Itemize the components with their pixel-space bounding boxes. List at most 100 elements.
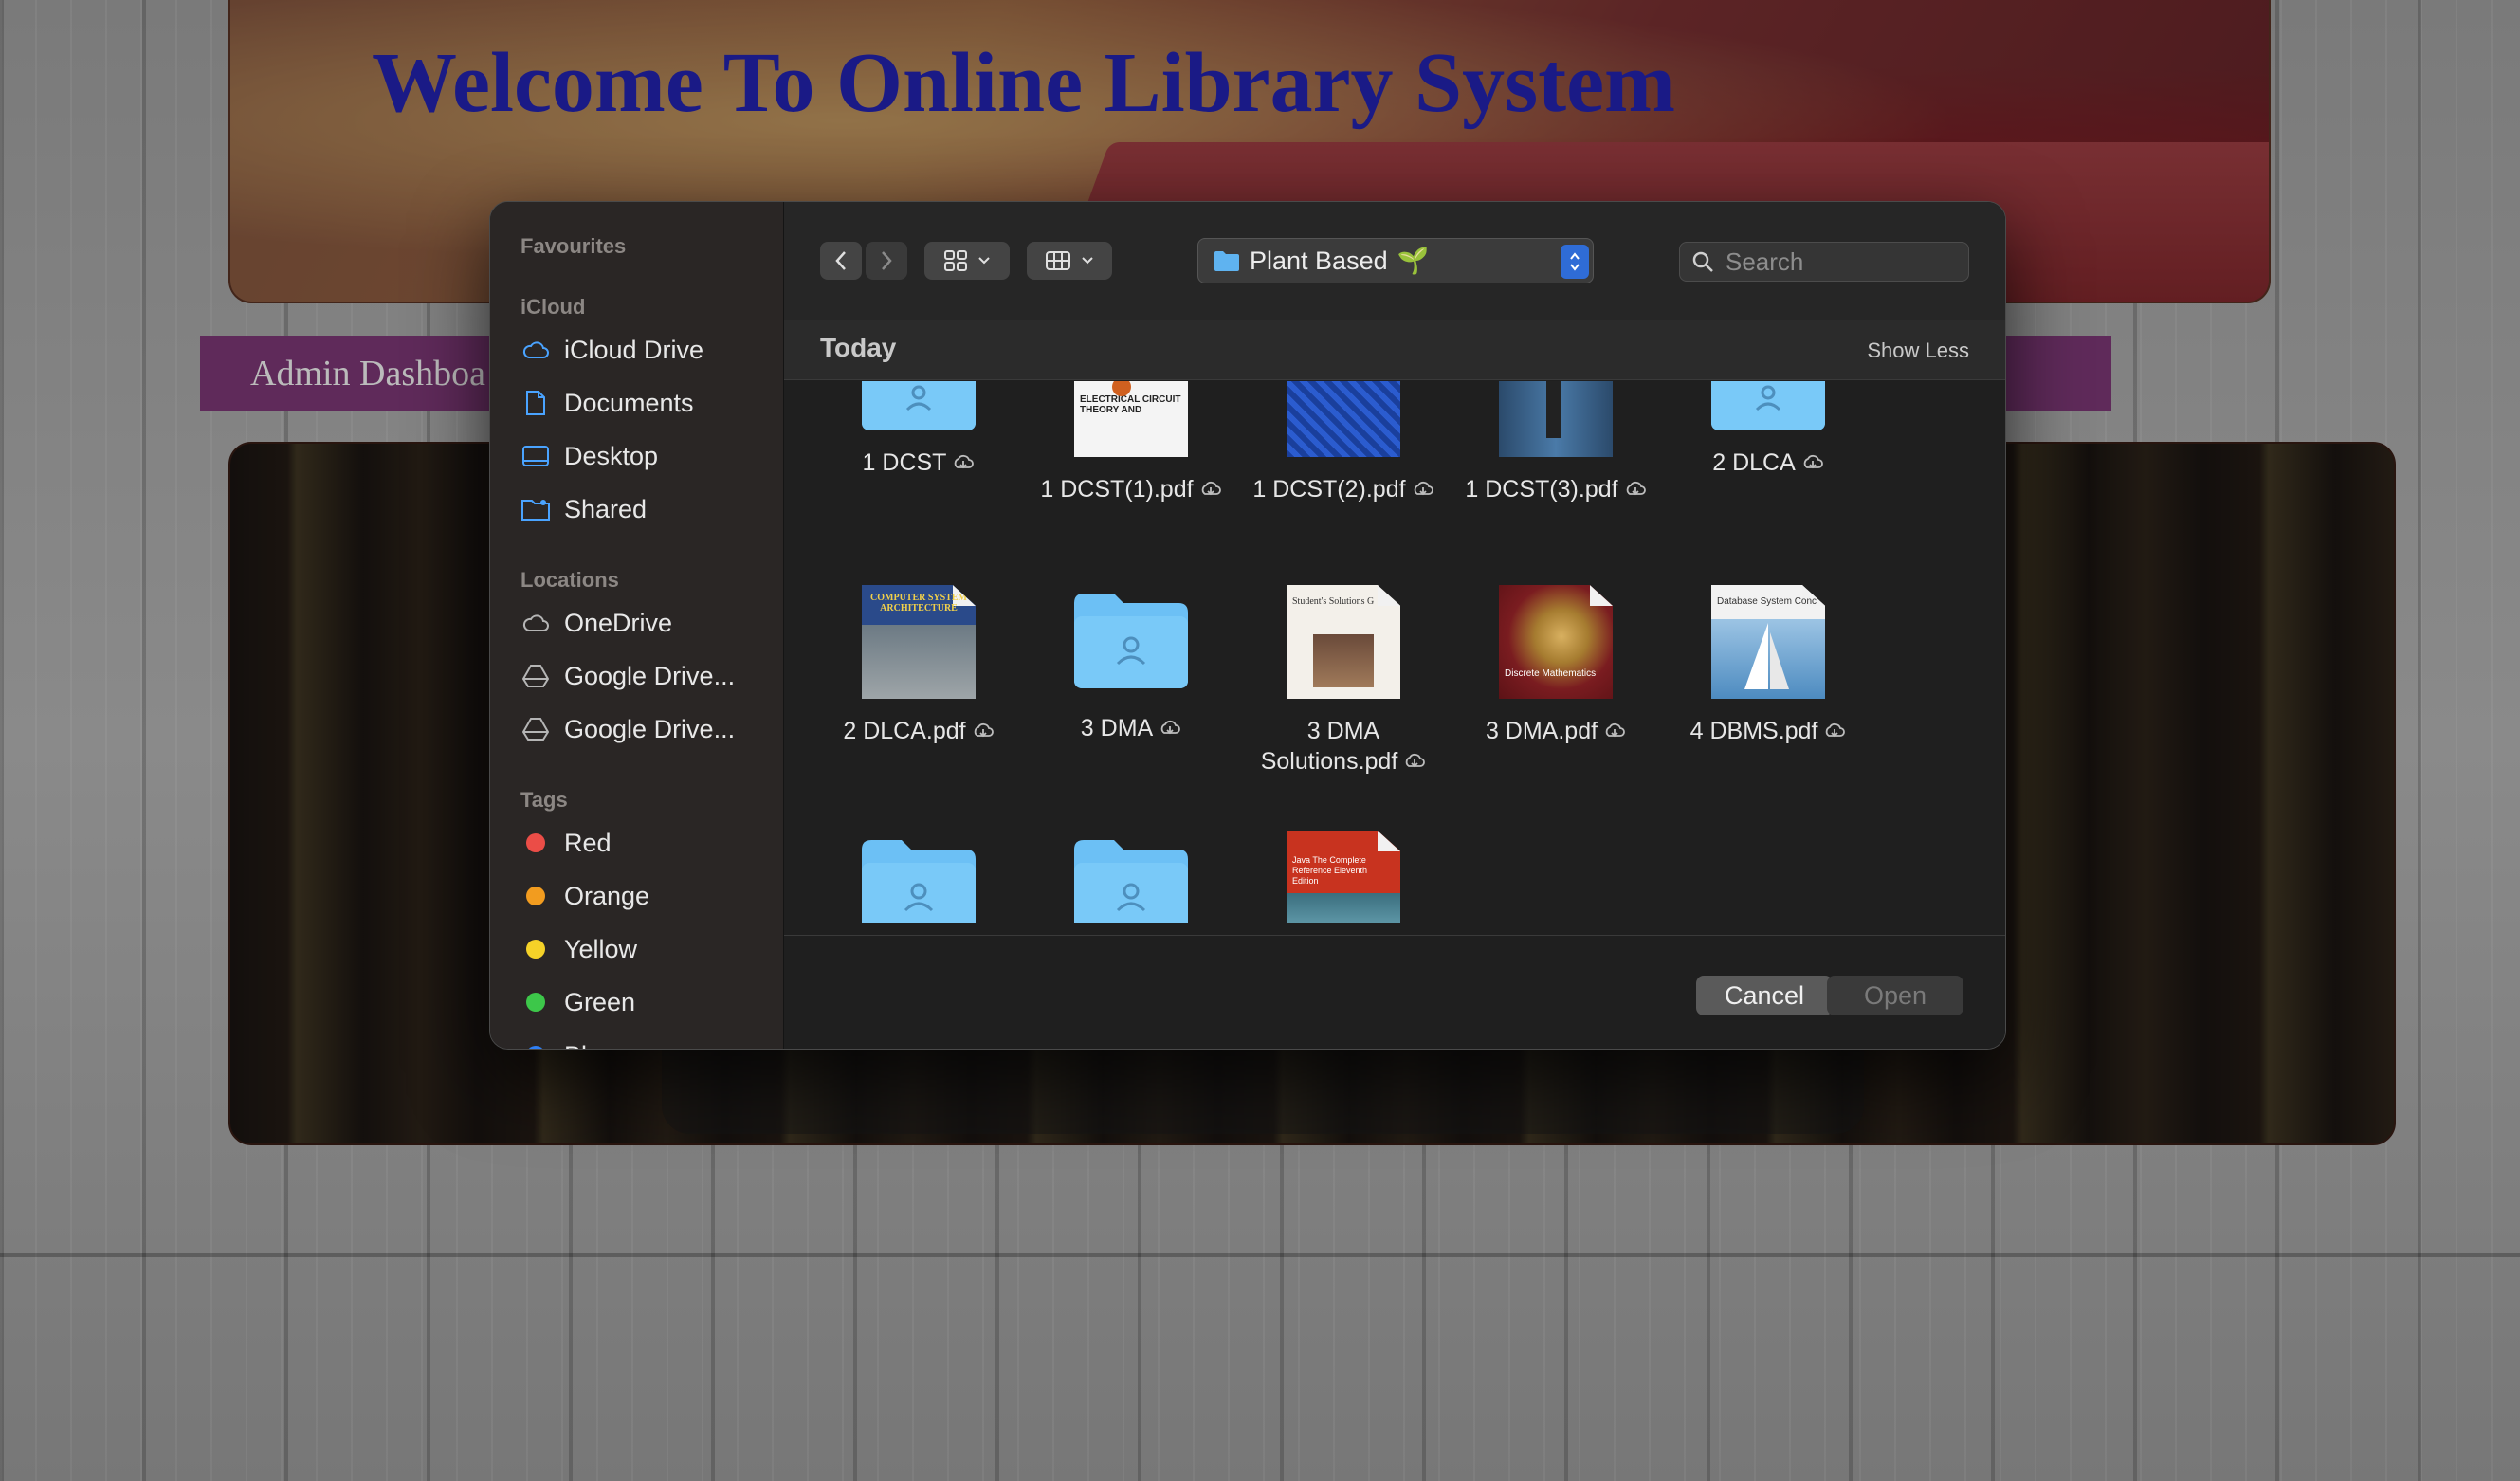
pdf-thumbnail: Database System Conc	[1711, 585, 1825, 699]
cover-title: Student's Solutions G	[1292, 596, 1375, 607]
tag-dot-icon	[526, 887, 545, 905]
pdf-thumbnail	[1499, 381, 1613, 457]
chevron-left-icon	[835, 251, 846, 270]
pdf-thumbnail: Discrete Mathematics	[1499, 585, 1613, 699]
cloud-download-icon	[1603, 717, 1626, 747]
document-icon	[520, 388, 551, 418]
tag-yellow[interactable]: Yellow	[520, 928, 637, 970]
chevron-right-icon	[882, 251, 892, 270]
file-name: 2 DLCA.pdf	[824, 716, 1013, 747]
dialog-sidebar: Favourites iCloud iCloud Drive Documents…	[490, 202, 784, 1049]
file-item[interactable]: ELECTRICAL CIRCUIT THEORY AND 1 DCST(1).…	[1036, 381, 1226, 505]
file-name: 3 DMA	[1036, 713, 1226, 744]
sidebar-item-label: Google Drive...	[564, 661, 736, 690]
shared-folder-icon	[1711, 381, 1825, 430]
search-icon	[1692, 251, 1713, 272]
cloud-icon	[520, 335, 551, 365]
file-item[interactable]: 1 DCST(3).pdf	[1461, 381, 1651, 505]
pdf-thumbnail: Java The Complete Reference Eleventh Edi…	[1287, 831, 1400, 923]
back-button[interactable]	[820, 242, 862, 280]
wood-seam	[0, 1253, 2520, 1257]
file-item[interactable]: Student's Solutions G 3 DMA Solutions.pd…	[1249, 585, 1438, 777]
tag-label: Orange	[564, 881, 650, 910]
page-fold	[1378, 831, 1400, 851]
tag-dot-icon	[526, 993, 545, 1012]
tag-label: Yellow	[564, 934, 638, 963]
inner-content-box	[662, 1043, 1864, 1134]
cloud-download-icon	[1412, 475, 1434, 505]
file-item[interactable]	[1036, 840, 1226, 923]
cancel-button[interactable]: Cancel	[1696, 976, 1833, 1015]
tag-green[interactable]: Green	[520, 981, 635, 1023]
tag-label: Red	[564, 828, 612, 857]
desktop-icon	[520, 441, 551, 471]
icloud-heading: iCloud	[520, 295, 586, 319]
file-item[interactable]: Java The Complete Reference Eleventh Edi…	[1249, 831, 1438, 923]
drive-icon	[520, 714, 551, 744]
pdf-thumbnail: COMPUTER SYSTEM ARCHITECTURE	[862, 585, 976, 699]
folder-icon	[1214, 251, 1239, 271]
cloud-download-icon	[952, 448, 975, 479]
sidebar-item-onedrive[interactable]: OneDrive	[520, 602, 672, 644]
sailboat-graphic	[1744, 623, 1789, 689]
cover-graphic	[1313, 634, 1374, 687]
dialog-toolbar: Plant Based 🌱	[784, 202, 2005, 320]
file-item[interactable]: 2 DLCA	[1673, 381, 1863, 479]
view-mode-button[interactable]	[924, 242, 1010, 280]
location-name: Plant Based	[1250, 246, 1388, 275]
file-item[interactable]: COMPUTER SYSTEM ARCHITECTURE 2 DLCA.pdf	[824, 585, 1013, 747]
file-item[interactable]	[824, 840, 1013, 923]
tag-red[interactable]: Red	[520, 822, 612, 864]
file-item[interactable]: Database System Conc 4 DBMS.pdf	[1673, 585, 1863, 747]
admin-dashboard-link[interactable]: Admin Dashboa	[250, 353, 485, 394]
forward-button[interactable]	[866, 242, 907, 280]
page-fold	[1590, 585, 1613, 606]
shared-folder-icon	[520, 494, 551, 524]
location-popup[interactable]: Plant Based 🌱	[1197, 238, 1594, 283]
pdf-thumbnail	[1287, 381, 1400, 457]
search-input[interactable]	[1726, 247, 1944, 277]
sidebar-item-label: Desktop	[564, 441, 659, 470]
tag-label: Green	[564, 987, 636, 1016]
open-button[interactable]: Open	[1827, 976, 1963, 1015]
file-name: 2 DLCA	[1673, 448, 1863, 479]
file-name-text: 4 DBMS.pdf	[1689, 718, 1818, 744]
file-item[interactable]: Discrete Mathematics 3 DMA.pdf	[1461, 585, 1651, 747]
file-name: 1 DCST(3).pdf	[1461, 474, 1651, 505]
dialog-footer: Cancel Open	[784, 935, 2005, 1049]
file-item[interactable]: 1 DCST	[824, 381, 1013, 479]
sidebar-item-desktop[interactable]: Desktop	[520, 435, 658, 477]
sidebar-item-google-drive-1[interactable]: Google Drive...	[520, 655, 735, 697]
sidebar-item-shared[interactable]: Shared	[520, 488, 647, 530]
file-open-dialog: Favourites iCloud iCloud Drive Documents…	[489, 201, 2006, 1050]
tag-dot-icon	[526, 940, 545, 959]
show-less-button[interactable]: Show Less	[1867, 338, 1969, 363]
cover-title: ELECTRICAL CIRCUIT THEORY AND	[1080, 394, 1181, 415]
cloud-download-icon	[1801, 448, 1824, 479]
file-name-line2: Solutions.pdf	[1260, 748, 1398, 775]
search-field[interactable]	[1679, 242, 1969, 282]
sidebar-item-label: Documents	[564, 388, 694, 417]
file-name-text: 1 DCST(2).pdf	[1252, 476, 1406, 503]
cover-title: Java The Complete Reference Eleventh Edi…	[1292, 855, 1368, 886]
tag-orange[interactable]: Orange	[520, 875, 649, 917]
group-by-button[interactable]	[1027, 242, 1112, 280]
sidebar-item-google-drive-2[interactable]: Google Drive...	[520, 708, 735, 750]
shared-folder-icon	[862, 840, 976, 923]
file-item[interactable]: 3 DMA	[1036, 594, 1226, 744]
cover-graphic	[1546, 381, 1561, 438]
section-title: Today	[820, 333, 897, 362]
cover-title: Discrete Mathematics	[1505, 668, 1597, 679]
cloud-download-icon	[1403, 747, 1426, 777]
file-name-text: 1 DCST(3).pdf	[1465, 476, 1618, 503]
cloud-download-icon	[1159, 714, 1181, 744]
file-name: 1 DCST	[824, 448, 1013, 479]
file-name: 3 DMA Solutions.pdf	[1249, 716, 1438, 777]
sidebar-item-label: OneDrive	[564, 608, 673, 637]
sidebar-item-documents[interactable]: Documents	[520, 382, 694, 424]
cloud-download-icon	[1624, 475, 1647, 505]
sidebar-item-icloud-drive[interactable]: iCloud Drive	[520, 329, 703, 371]
chevron-down-icon	[1082, 257, 1093, 265]
file-item[interactable]: 1 DCST(2).pdf	[1249, 381, 1438, 505]
tag-blue[interactable]: Blue	[520, 1034, 615, 1049]
